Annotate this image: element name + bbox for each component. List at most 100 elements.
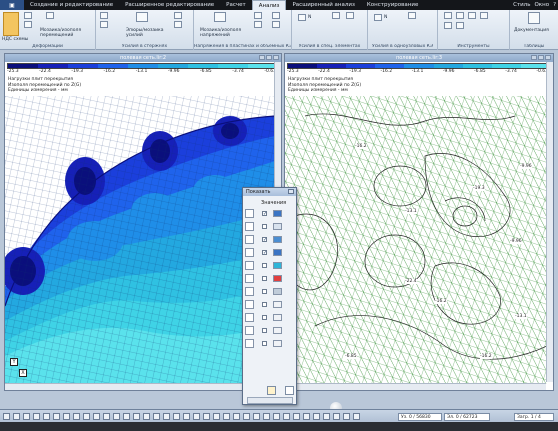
status-tool-icon[interactable] xyxy=(133,413,140,420)
status-tool-icon[interactable] xyxy=(343,413,350,420)
maximize-button[interactable] xyxy=(266,55,272,60)
status-tool-icon[interactable] xyxy=(313,413,320,420)
special-icon-2[interactable] xyxy=(332,12,340,19)
stress-state-button[interactable] xyxy=(3,12,19,36)
rod-icon-4[interactable] xyxy=(174,21,182,28)
pencil-icon[interactable] xyxy=(267,386,276,395)
show-dialog-title[interactable]: Показать xyxy=(243,188,296,196)
epure-label[interactable]: Эпюры/мозаика усилий xyxy=(126,28,170,38)
option-checkbox[interactable]: ✓ xyxy=(262,211,267,217)
tab-calculation[interactable]: Расчет xyxy=(220,0,252,10)
mosaic-displacement-label[interactable]: Мозаика/изополя перемещений xyxy=(40,28,86,38)
show-option-10[interactable] xyxy=(245,325,295,336)
status-tool-icon[interactable] xyxy=(233,413,240,420)
show-option-1[interactable]: ✓ xyxy=(245,208,295,219)
show-option-3[interactable]: ✓ xyxy=(245,234,295,245)
status-tool-icon[interactable] xyxy=(103,413,110,420)
deform-icon-2[interactable] xyxy=(24,21,32,28)
status-tool-icon[interactable] xyxy=(353,413,360,420)
status-tool-icon[interactable] xyxy=(93,413,100,420)
maximize-button[interactable] xyxy=(538,55,544,60)
status-tool-icon[interactable] xyxy=(153,413,160,420)
status-tool-icon[interactable] xyxy=(33,413,40,420)
option-checkbox[interactable] xyxy=(262,302,267,307)
left-horizontal-scrollbar[interactable] xyxy=(5,383,274,390)
help-icon[interactable] xyxy=(285,386,294,395)
documentation-label[interactable]: Документация xyxy=(514,28,549,33)
epure-icon[interactable] xyxy=(136,12,148,22)
style-menu[interactable]: Стиль xyxy=(513,2,530,8)
deform-icon-1[interactable] xyxy=(24,12,32,19)
tools-icon-2[interactable] xyxy=(456,12,464,19)
tools-icon-4[interactable] xyxy=(480,12,488,19)
status-tool-icon[interactable] xyxy=(253,413,260,420)
status-tool-icon[interactable] xyxy=(293,413,300,420)
minimize-button[interactable] xyxy=(259,55,265,60)
option-checkbox[interactable]: ✓ xyxy=(262,237,267,243)
status-tool-icon[interactable] xyxy=(263,413,270,420)
option-checkbox[interactable] xyxy=(262,328,267,333)
status-tool-icon[interactable] xyxy=(283,413,290,420)
tab-design[interactable]: Конструирование xyxy=(361,0,424,10)
status-tool-icon[interactable] xyxy=(13,413,20,420)
help-menu[interactable]: ? xyxy=(553,2,556,8)
status-tool-icon[interactable] xyxy=(73,413,80,420)
tools-icon-5[interactable] xyxy=(444,22,452,29)
status-tool-icon[interactable] xyxy=(83,413,90,420)
show-option-6[interactable] xyxy=(245,273,295,284)
show-option-11[interactable] xyxy=(245,338,295,349)
mosaic-displacement-icon[interactable] xyxy=(46,12,54,19)
tab-extended-analysis[interactable]: Расширенный анализ xyxy=(286,0,360,10)
option-checkbox[interactable] xyxy=(262,341,267,346)
status-tool-icon[interactable] xyxy=(163,413,170,420)
option-checkbox[interactable] xyxy=(262,276,267,281)
show-option-4[interactable]: ✓ xyxy=(245,247,295,258)
load-case-field[interactable]: Загр. 1 / 4 xyxy=(514,413,554,421)
dialog-close-button[interactable] xyxy=(288,189,294,194)
right-isoline-plot[interactable] xyxy=(285,96,547,384)
status-tool-icon[interactable] xyxy=(273,413,280,420)
option-checkbox[interactable] xyxy=(262,315,267,320)
status-tool-icon[interactable] xyxy=(323,413,330,420)
dialog-apply-bar[interactable] xyxy=(247,397,293,404)
tab-extended-edit[interactable]: Расширенное редактирование xyxy=(119,0,220,10)
show-option-7[interactable] xyxy=(245,286,295,297)
option-checkbox[interactable] xyxy=(262,263,267,268)
tools-icon-6[interactable] xyxy=(456,22,464,29)
window-menu[interactable]: Окно xyxy=(534,2,549,8)
stress-icon-2[interactable] xyxy=(254,21,262,28)
status-tool-icon[interactable] xyxy=(63,413,70,420)
close-button[interactable] xyxy=(273,55,279,60)
show-option-9[interactable] xyxy=(245,312,295,323)
special-icon-3[interactable] xyxy=(346,12,354,19)
stress-icon-1[interactable] xyxy=(254,12,262,19)
status-tool-icon[interactable] xyxy=(113,413,120,420)
stress-icon-4[interactable] xyxy=(272,21,280,28)
stress-mosaic-label[interactable]: Мозаика/изополя напряжений xyxy=(200,28,244,38)
close-button[interactable] xyxy=(545,55,551,60)
status-tool-icon[interactable] xyxy=(303,413,310,420)
rod-icon-1[interactable] xyxy=(100,12,108,19)
status-tool-icon[interactable] xyxy=(23,413,30,420)
status-tool-icon[interactable] xyxy=(203,413,210,420)
status-tool-icon[interactable] xyxy=(243,413,250,420)
tab-create-edit[interactable]: Создание и редактирование xyxy=(24,0,119,10)
left-contour-plot[interactable] xyxy=(5,96,275,386)
status-tool-icon[interactable] xyxy=(223,413,230,420)
right-horizontal-scrollbar[interactable] xyxy=(285,383,546,390)
rod-icon-3[interactable] xyxy=(174,12,182,19)
documentation-icon[interactable] xyxy=(528,12,540,24)
show-option-2[interactable] xyxy=(245,221,295,232)
option-checkbox[interactable] xyxy=(262,289,267,294)
tools-icon-1[interactable] xyxy=(444,12,452,19)
tools-icon-3[interactable] xyxy=(468,12,476,19)
tab-analysis[interactable]: Анализ xyxy=(251,0,287,10)
status-tool-icon[interactable] xyxy=(183,413,190,420)
stress-icon-3[interactable] xyxy=(272,12,280,19)
show-option-5[interactable] xyxy=(245,260,295,271)
application-menu-button[interactable]: ▣ xyxy=(0,0,24,10)
rod-icon-2[interactable] xyxy=(100,21,108,28)
option-checkbox[interactable]: ✓ xyxy=(262,250,267,256)
status-tool-icon[interactable] xyxy=(3,413,10,420)
special-n-label[interactable]: N xyxy=(308,15,311,20)
